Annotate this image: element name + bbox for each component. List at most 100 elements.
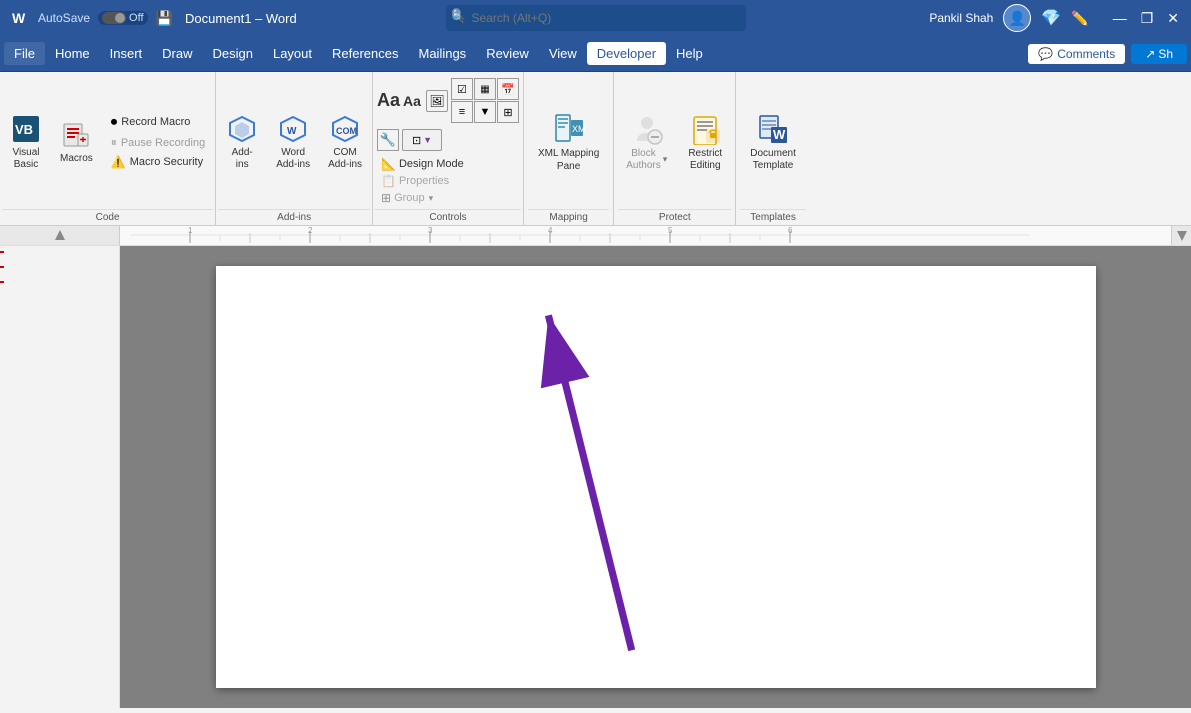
- group-dropdown-arrow[interactable]: ▾: [429, 193, 434, 204]
- block-authors-dropdown[interactable]: ▾: [663, 154, 668, 165]
- aa-small-icon[interactable]: Aa: [403, 93, 421, 109]
- menu-bar: File Home Insert Draw Design Layout Refe…: [0, 36, 1191, 72]
- svg-text:1: 1: [188, 226, 193, 235]
- menu-insert[interactable]: Insert: [100, 42, 153, 65]
- doc-title: Document1 – Word: [185, 11, 297, 26]
- svg-text:XML: XML: [572, 124, 585, 134]
- title-bar-right: Pankil Shah 👤 💎 ✏️ — ❐ ✕: [791, 4, 1183, 32]
- share-button[interactable]: ↗ Sh: [1131, 44, 1187, 64]
- menu-references[interactable]: References: [322, 42, 408, 65]
- document-template-button[interactable]: W DocumentTemplate: [740, 108, 806, 176]
- ruler: 1 2 3 4 5: [0, 226, 1191, 246]
- macros-icon: [60, 119, 92, 151]
- pause-recording-icon: ⏸: [111, 135, 117, 150]
- block-authors-icon: [630, 112, 664, 146]
- word-addins-icon: W: [277, 113, 309, 145]
- design-mode-button[interactable]: 📐 Design Mode: [377, 156, 519, 172]
- search-wrapper: 🔍: [446, 5, 746, 31]
- pen-icon[interactable]: ✏️: [1071, 10, 1088, 27]
- menu-layout[interactable]: Layout: [263, 42, 322, 65]
- com-addins-button[interactable]: COM COMAdd-ins: [320, 76, 370, 207]
- macros-button[interactable]: Macros: [52, 76, 101, 207]
- mapping-group-label: Mapping: [528, 209, 609, 225]
- controls-group-label: Controls: [375, 209, 521, 225]
- save-icon[interactable]: 💾: [156, 10, 173, 27]
- menu-file[interactable]: File: [4, 42, 45, 65]
- share-icon: ↗: [1145, 47, 1155, 61]
- record-macro-icon: ⏺: [111, 114, 118, 130]
- record-macro-button[interactable]: ⏺ Record Macro: [107, 112, 209, 132]
- svg-text:5: 5: [668, 226, 673, 235]
- xml-mapping-button[interactable]: XML XML MappingPane: [528, 107, 609, 177]
- picture-icon[interactable]: 🖼: [426, 90, 448, 112]
- visual-basic-button[interactable]: VB VisualBasic: [2, 76, 50, 207]
- controls-legacy-icon[interactable]: 🔧: [377, 129, 399, 151]
- ribbon-group-code: VB VisualBasic: [0, 72, 216, 225]
- menu-help[interactable]: Help: [666, 42, 713, 65]
- xml-mapping-icon: XML: [552, 111, 586, 145]
- pause-recording-button[interactable]: ⏸ Pause Recording: [107, 133, 209, 152]
- svg-text:6: 6: [788, 226, 793, 235]
- left-sidebar: [0, 246, 120, 708]
- block-authors-button[interactable]: BlockAuthors ▾: [618, 108, 675, 176]
- addins-button[interactable]: Add-ins: [218, 76, 266, 207]
- combo-box-icon[interactable]: ▦: [474, 78, 496, 100]
- restore-button[interactable]: ❐: [1137, 10, 1158, 27]
- document-page[interactable]: [216, 266, 1096, 688]
- comments-icon: 💬: [1038, 47, 1053, 61]
- date-picker-icon[interactable]: 📅: [497, 78, 519, 100]
- diamond-icon[interactable]: 💎: [1041, 8, 1061, 28]
- visual-basic-icon: VB: [10, 113, 42, 145]
- svg-text:2: 2: [308, 226, 313, 235]
- menu-review[interactable]: Review: [476, 42, 539, 65]
- com-addins-icon: COM: [329, 113, 361, 145]
- word-logo: W: [8, 7, 30, 29]
- svg-text:4: 4: [548, 226, 553, 235]
- properties-icon: 📋: [381, 174, 396, 188]
- list-box-icon[interactable]: ≡: [451, 101, 473, 123]
- minimize-button[interactable]: —: [1109, 10, 1131, 27]
- content-ctrl-icon[interactable]: ⊞: [497, 101, 519, 123]
- word-addins-button[interactable]: W WordAdd-ins: [268, 76, 318, 207]
- toggle-off-label: Off: [129, 12, 143, 24]
- search-input[interactable]: [446, 5, 746, 31]
- group-button[interactable]: ⊞ Group ▾: [377, 190, 519, 206]
- aa-large-icon[interactable]: Aa: [377, 90, 400, 111]
- svg-text:3: 3: [428, 226, 433, 235]
- menu-design[interactable]: Design: [203, 42, 263, 65]
- properties-button[interactable]: 📋 Properties: [377, 173, 519, 189]
- dropdown-icon-ctrl[interactable]: ▼: [474, 101, 496, 123]
- code-group-label: Code: [2, 209, 213, 225]
- comments-button[interactable]: 💬 Comments: [1028, 44, 1125, 64]
- avatar[interactable]: 👤: [1003, 4, 1031, 32]
- window-controls: — ❐ ✕: [1109, 10, 1183, 27]
- menu-view[interactable]: View: [539, 42, 587, 65]
- macro-security-button[interactable]: ⚠️ Macro Security: [107, 153, 209, 171]
- checkbox-icon[interactable]: ☑: [451, 78, 473, 100]
- autosave-toggle[interactable]: Off: [98, 11, 147, 25]
- search-icon: 🔍: [452, 12, 466, 25]
- controls-group-dropdown[interactable]: ⊡ ▼: [402, 129, 442, 151]
- close-button[interactable]: ✕: [1163, 10, 1183, 27]
- menu-draw[interactable]: Draw: [152, 42, 202, 65]
- macro-security-icon: ⚠️: [111, 155, 126, 169]
- templates-group-label: Templates: [740, 209, 806, 225]
- design-mode-icon: 📐: [381, 157, 396, 171]
- protect-group-label: Protect: [618, 209, 731, 225]
- document-template-icon: W: [756, 112, 790, 146]
- menu-developer[interactable]: Developer: [587, 42, 666, 65]
- ribbon-group-protect: BlockAuthors ▾ Restri: [614, 72, 736, 225]
- svg-text:W: W: [12, 10, 26, 26]
- svg-text:W: W: [773, 127, 786, 142]
- menu-mailings[interactable]: Mailings: [409, 42, 477, 65]
- svg-text:W: W: [287, 126, 297, 137]
- group-icon: ⊞: [381, 191, 391, 205]
- document-page-area: [120, 246, 1191, 708]
- title-bar-left: W AutoSave Off 💾 Document1 – Word: [8, 7, 400, 29]
- ribbon-group-addins: Add-ins W WordAdd-ins COM: [216, 72, 373, 225]
- menu-home[interactable]: Home: [45, 42, 100, 65]
- ribbon: VB VisualBasic: [0, 72, 1191, 226]
- addins-icon: [226, 113, 258, 145]
- document-area: [0, 246, 1191, 708]
- restrict-editing-button[interactable]: RestrictEditing: [679, 108, 731, 176]
